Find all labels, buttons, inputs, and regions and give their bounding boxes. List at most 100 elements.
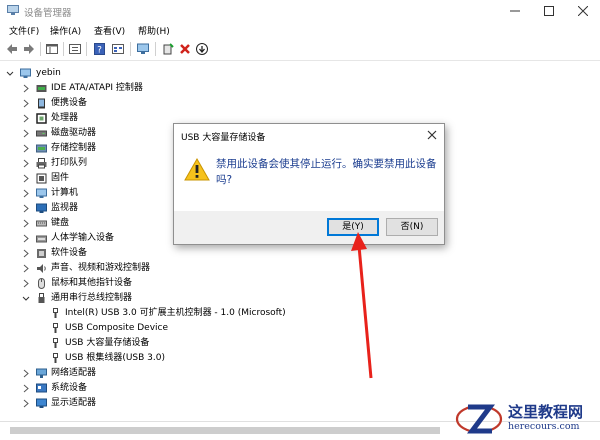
dialog-title: USB 大容量存储设备	[181, 133, 266, 143]
category-label: 固件	[51, 173, 70, 183]
category-label: 通用串行总线控制器	[51, 293, 133, 303]
chevron-right-icon[interactable]	[22, 111, 30, 126]
watermark: 这里教程网 herecours.com	[450, 396, 600, 439]
annotation-arrow-icon	[351, 232, 373, 379]
portable-icon	[38, 98, 45, 109]
menu-view[interactable]: 查看(V)	[94, 24, 125, 37]
category-label: 存储控制器	[51, 143, 97, 153]
chevron-right-icon[interactable]	[22, 126, 30, 141]
tree-category[interactable]: 系统设备	[0, 381, 300, 396]
chevron-right-icon[interactable]	[22, 96, 30, 111]
category-label: 计算机	[51, 188, 79, 198]
usb-device-item[interactable]: USB Composite Device	[0, 321, 320, 336]
window-title: 设备管理器	[24, 8, 72, 19]
category-label: 鼠标和其他指针设备	[51, 278, 133, 288]
ide-icon	[36, 85, 47, 92]
device-manager-icon	[7, 5, 19, 15]
menu-file[interactable]: 文件(F)	[9, 24, 39, 37]
usb-device-item[interactable]: USB 大容量存储设备	[0, 336, 320, 351]
hid-icon	[36, 235, 47, 243]
confirm-dialog: USB 大容量存储设备 禁用此设备会使其停止运行。确实要禁用此设备吗? 是(Y)…	[173, 123, 445, 245]
chevron-down-icon[interactable]	[6, 66, 14, 81]
chevron-right-icon[interactable]	[22, 201, 30, 216]
usb-plug-icon	[53, 308, 58, 318]
disk-icon	[36, 130, 47, 137]
tree-category[interactable]: IDE ATA/ATAPI 控制器	[0, 81, 300, 96]
menu-help[interactable]: 帮助(H)	[138, 24, 170, 37]
software-icon	[37, 249, 46, 258]
chevron-right-icon[interactable]	[22, 216, 30, 231]
forward-icon[interactable]	[22, 42, 36, 56]
close-button[interactable]	[566, 0, 600, 22]
properties-panel-icon[interactable]	[45, 42, 59, 56]
download-icon[interactable]	[195, 42, 209, 56]
computer-icon	[36, 188, 47, 198]
category-label: 便携设备	[51, 98, 88, 108]
chevron-right-icon[interactable]	[22, 381, 30, 396]
printer-icon	[36, 158, 47, 169]
svg-text:?: ?	[97, 46, 102, 56]
tree-category[interactable]: 鼠标和其他指针设备	[0, 276, 300, 291]
chevron-right-icon[interactable]	[22, 261, 30, 276]
toolbar-separator	[86, 42, 87, 56]
category-label: 显示适配器	[51, 398, 97, 408]
watermark-logo-icon	[455, 404, 503, 434]
usb-device-item[interactable]: USB 根集线器(USB 3.0)	[0, 351, 320, 366]
help-icon[interactable]: ?	[93, 42, 107, 56]
tree-category[interactable]: 声音、视频和游戏控制器	[0, 261, 300, 276]
back-icon[interactable]	[5, 42, 19, 56]
monitor-icon	[36, 203, 47, 213]
monitor-icon[interactable]	[136, 42, 150, 56]
keyboard-icon	[36, 220, 47, 227]
chevron-down-icon[interactable]	[22, 291, 30, 306]
usb-device-item[interactable]: Intel(R) USB 3.0 可扩展主机控制器 - 1.0 (Microso…	[0, 306, 320, 321]
tree-category[interactable]: 软件设备	[0, 246, 300, 261]
tree-category-expanded[interactable]: 通用串行总线控制器	[0, 291, 300, 306]
maximize-button[interactable]	[532, 0, 566, 22]
close-icon	[578, 6, 588, 16]
usb-icon	[38, 293, 45, 303]
dialog-message: 禁用此设备会使其停止运行。确实要禁用此设备吗?	[216, 158, 437, 186]
minimize-button[interactable]	[498, 0, 532, 22]
watermark-url: herecours.com	[508, 421, 580, 432]
network-icon	[36, 368, 47, 378]
tree-root[interactable]: yebin	[0, 66, 200, 81]
chevron-right-icon[interactable]	[22, 231, 30, 246]
category-label: IDE ATA/ATAPI 控制器	[51, 83, 143, 93]
maximize-icon	[544, 6, 554, 16]
storage-icon	[36, 144, 47, 153]
minimize-icon	[510, 10, 520, 12]
usb-plug-icon	[53, 353, 58, 363]
toolbar-separator	[130, 42, 131, 56]
tree-category[interactable]: 网络适配器	[0, 366, 300, 381]
scrollbar-thumb[interactable]	[10, 427, 440, 434]
chevron-right-icon[interactable]	[22, 246, 30, 261]
remove-icon[interactable]	[178, 42, 192, 56]
chevron-right-icon[interactable]	[22, 81, 30, 96]
chevron-right-icon[interactable]	[22, 186, 30, 201]
view-icon[interactable]	[111, 42, 125, 56]
chevron-right-icon[interactable]	[22, 141, 30, 156]
firmware-icon	[36, 173, 47, 184]
close-icon[interactable]	[425, 128, 439, 142]
device-label: USB Composite Device	[65, 323, 169, 333]
no-button[interactable]: 否(N)	[386, 218, 438, 236]
chevron-right-icon[interactable]	[22, 171, 30, 186]
category-label: 打印队列	[51, 158, 88, 168]
device-label: Intel(R) USB 3.0 可扩展主机控制器 - 1.0 (Microso…	[65, 308, 286, 318]
add-driver-icon[interactable]	[161, 42, 175, 56]
chevron-right-icon[interactable]	[22, 366, 30, 381]
list-icon[interactable]	[68, 42, 82, 56]
category-label: 软件设备	[51, 248, 88, 258]
tree-category[interactable]: 显示适配器	[0, 396, 300, 411]
chevron-right-icon[interactable]	[22, 276, 30, 291]
menu-action[interactable]: 操作(A)	[50, 24, 81, 37]
device-label: USB 大容量存储设备	[65, 338, 150, 348]
category-label: 系统设备	[51, 383, 88, 393]
chevron-right-icon[interactable]	[22, 396, 30, 411]
tree-category[interactable]: 便携设备	[0, 96, 300, 111]
usb-plug-icon	[53, 338, 58, 348]
chevron-right-icon[interactable]	[22, 156, 30, 171]
toolbar-separator	[155, 42, 156, 56]
system-icon	[36, 383, 47, 393]
